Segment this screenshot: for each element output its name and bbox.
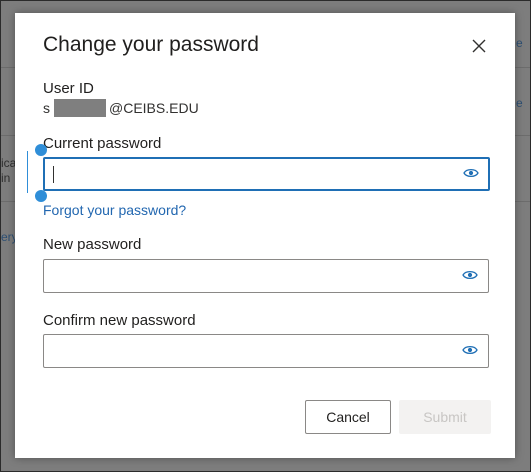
current-password-field[interactable]	[43, 157, 490, 191]
user-id-domain: @CEIBS.EDU	[109, 100, 199, 116]
eye-icon[interactable]	[462, 344, 478, 356]
submit-button[interactable]: Submit	[399, 400, 491, 434]
current-password-label: Current password	[43, 135, 162, 152]
confirm-password-label: Confirm new password	[43, 312, 196, 329]
user-id-value: s @CEIBS.EDU	[43, 99, 199, 117]
dialog-title: Change your password	[43, 33, 259, 56]
background-text-fragment: e	[516, 96, 523, 110]
confirm-password-field[interactable]	[43, 334, 489, 368]
background-text-fragment: e	[516, 36, 523, 50]
selection-handle-top[interactable]	[35, 144, 47, 156]
new-password-label: New password	[43, 236, 142, 253]
forgot-password-link[interactable]: Forgot your password?	[43, 201, 186, 219]
change-password-dialog: Change your password User ID s @CEIBS.EDU…	[15, 13, 515, 458]
eye-icon[interactable]	[462, 269, 478, 281]
screenshot-frame: e e ica in ery Change your password User…	[0, 0, 531, 472]
eye-icon[interactable]	[463, 167, 479, 179]
redaction-mask	[54, 99, 106, 117]
new-password-field[interactable]	[43, 259, 489, 293]
cancel-button[interactable]: Cancel	[305, 400, 391, 434]
user-id-prefix: s	[43, 100, 50, 116]
close-button[interactable]	[467, 34, 491, 58]
close-icon	[472, 39, 486, 53]
background-text-fragment: in	[1, 171, 11, 185]
text-caret	[53, 166, 54, 183]
user-id-label: User ID	[43, 80, 94, 97]
selection-handle-line	[27, 151, 28, 193]
